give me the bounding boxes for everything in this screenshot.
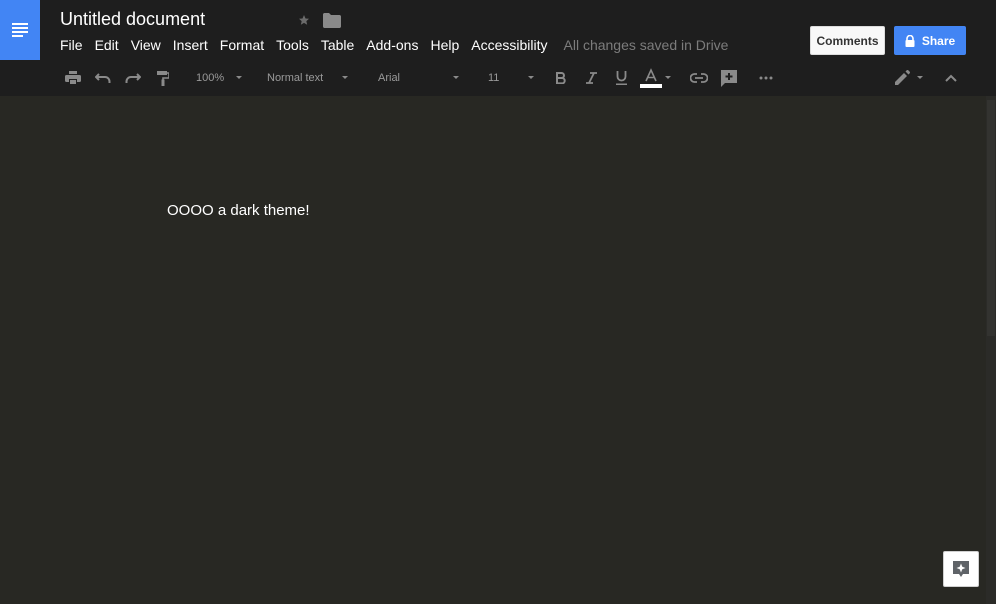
menu-bar: File Edit View Insert Format Tools Table… [54, 36, 728, 54]
vertical-scrollbar[interactable] [986, 96, 996, 604]
redo-icon[interactable] [122, 64, 144, 92]
lock-icon [905, 34, 915, 47]
menu-add-ons[interactable]: Add-ons [360, 37, 424, 53]
style-select[interactable]: Normal text [267, 64, 323, 92]
toolbar: 100% Normal text Arial 11 [0, 64, 996, 92]
bold-icon[interactable] [552, 64, 570, 92]
menu-edit[interactable]: Edit [89, 37, 125, 53]
font-value: Arial [378, 72, 401, 84]
text-color-icon[interactable] [640, 64, 662, 92]
link-icon[interactable] [688, 64, 710, 92]
font-select[interactable]: Arial [378, 64, 400, 92]
chevron-down-icon [342, 76, 348, 79]
print-icon[interactable] [62, 64, 84, 92]
document-body-text[interactable]: OOOO a dark theme! [167, 202, 310, 219]
save-status[interactable]: All changes saved in Drive [564, 37, 729, 53]
paint-format-icon[interactable] [152, 64, 174, 92]
zoom-value: 100% [196, 72, 225, 84]
zoom-select[interactable]: 100% [196, 64, 224, 92]
explore-icon [953, 561, 969, 577]
italic-icon[interactable] [582, 64, 600, 92]
menu-format[interactable]: Format [214, 37, 270, 53]
menu-help[interactable]: Help [424, 37, 465, 53]
chevron-down-icon [665, 76, 671, 79]
comments-button[interactable]: Comments [810, 26, 885, 55]
add-comment-icon[interactable] [718, 64, 740, 92]
document-canvas[interactable] [0, 96, 986, 604]
menu-tools[interactable]: Tools [270, 37, 315, 53]
collapse-icon[interactable] [941, 64, 961, 92]
menu-file[interactable]: File [54, 37, 89, 53]
menu-view[interactable]: View [125, 37, 167, 53]
font-size-value: 11 [488, 72, 500, 84]
underline-icon[interactable] [612, 64, 630, 92]
header: Untitled document File Edit View Insert … [0, 0, 996, 96]
menu-table[interactable]: Table [315, 37, 360, 53]
scrollbar-thumb[interactable] [987, 100, 995, 336]
menu-insert[interactable]: Insert [167, 37, 214, 53]
undo-icon[interactable] [92, 64, 114, 92]
menu-accessibility[interactable]: Accessibility [465, 37, 553, 53]
share-button[interactable]: Share [894, 26, 966, 55]
chevron-down-icon [453, 76, 459, 79]
docs-icon[interactable] [0, 0, 40, 60]
chevron-down-icon [236, 76, 242, 79]
folder-icon[interactable] [323, 10, 341, 30]
font-size-select[interactable]: 11 [488, 64, 499, 92]
style-value: Normal text [267, 72, 324, 84]
share-label: Share [921, 33, 956, 48]
explore-button[interactable] [943, 551, 979, 587]
more-icon[interactable] [756, 64, 776, 92]
chevron-down-icon [528, 76, 534, 79]
star-icon[interactable] [297, 10, 311, 30]
chevron-down-icon [917, 76, 923, 79]
edit-mode-icon[interactable] [892, 64, 912, 92]
document-title[interactable]: Untitled document [60, 9, 205, 30]
